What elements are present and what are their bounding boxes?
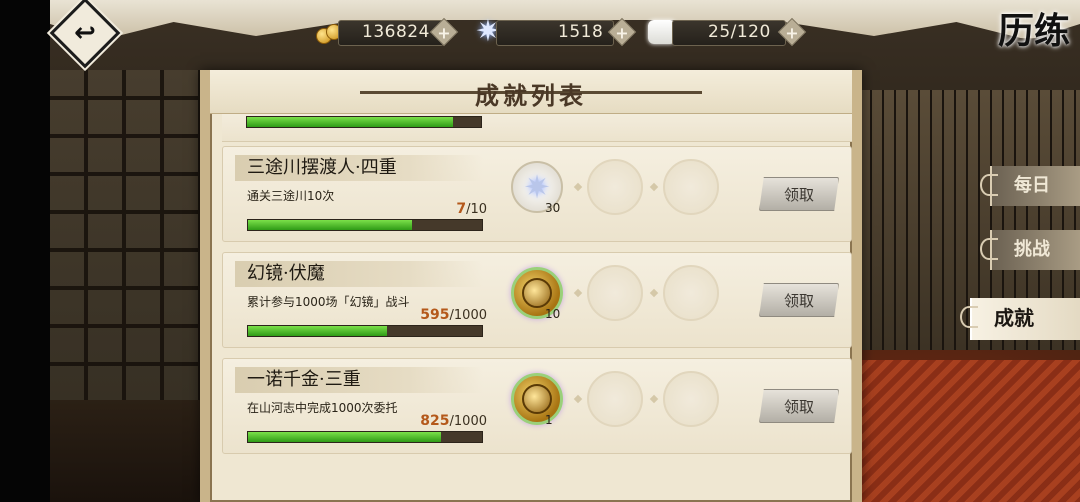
achievement-title: 三途川摆渡人·四重 — [235, 155, 483, 181]
background-carpet — [860, 360, 1080, 502]
progress-text: 595/1000 — [420, 307, 487, 323]
stamina-counter: 25/120 + — [648, 17, 808, 48]
stamina-value: 25/120 — [708, 22, 771, 42]
background-floor-left — [50, 400, 210, 502]
reward-count: 10 — [545, 307, 561, 321]
jade-value: 1518 — [558, 22, 604, 42]
background-shoji-left — [50, 70, 200, 400]
achievement-panel: 成就列表 三途川摆渡人·四重 通关三途川10次 7/10 ✷ 30 领取 幻镜·… — [200, 70, 862, 502]
reward-count: 30 — [545, 201, 561, 215]
claim-button[interactable]: 领取 — [759, 389, 839, 423]
achievement-list[interactable]: 三途川摆渡人·四重 通关三途川10次 7/10 ✷ 30 领取 幻镜·伏魔 累计… — [222, 114, 852, 502]
empty-reward-slot — [587, 371, 643, 427]
empty-reward-slot — [663, 159, 719, 215]
left-letterbox — [0, 0, 50, 502]
empty-reward-slot — [663, 371, 719, 427]
medal-icon[interactable] — [511, 373, 563, 425]
game-scene: ↩ 136824 + ✷ 1518 + 25/120 + 历练 成就列表 三途川… — [0, 0, 1080, 502]
panel-title: 成就列表 — [475, 81, 587, 110]
claim-button[interactable]: 领取 — [759, 177, 839, 211]
empty-reward-slot — [663, 265, 719, 321]
progress-bar — [247, 325, 483, 337]
tab-challenge[interactable]: 挑战 — [980, 230, 1080, 270]
page-title: 历练 — [997, 10, 1070, 52]
achievement-title: 一诺千金·三重 — [235, 367, 483, 393]
coins-value: 136824 — [362, 22, 430, 42]
coins-counter: 136824 + — [314, 17, 460, 48]
tab-daily[interactable]: 每日 — [980, 166, 1080, 206]
back-arrow-icon: ↩ — [74, 18, 96, 48]
list-item: 三途川摆渡人·四重 通关三途川10次 7/10 ✷ 30 领取 — [222, 146, 852, 242]
list-item-partial — [222, 114, 852, 142]
reward-count: 1 — [545, 413, 553, 427]
progress-text: 825/1000 — [420, 413, 487, 429]
list-item: 幻镜·伏魔 累计参与1000场「幻镜」战斗 595/1000 10 领取 — [222, 252, 852, 348]
claim-button[interactable]: 领取 — [759, 283, 839, 317]
empty-reward-slot — [587, 265, 643, 321]
achievement-title: 幻镜·伏魔 — [235, 261, 483, 287]
list-item: 一诺千金·三重 在山河志中完成1000次委托 825/1000 1 领取 — [222, 358, 852, 454]
tab-achievement[interactable]: 成就 — [960, 298, 1080, 340]
progress-bar — [246, 116, 482, 128]
jade-counter: ✷ 1518 + — [472, 16, 637, 48]
panel-header: 成就列表 — [210, 70, 852, 114]
progress-text: 7/10 — [456, 201, 487, 217]
progress-bar — [247, 219, 483, 231]
progress-bar — [247, 431, 483, 443]
empty-reward-slot — [587, 159, 643, 215]
